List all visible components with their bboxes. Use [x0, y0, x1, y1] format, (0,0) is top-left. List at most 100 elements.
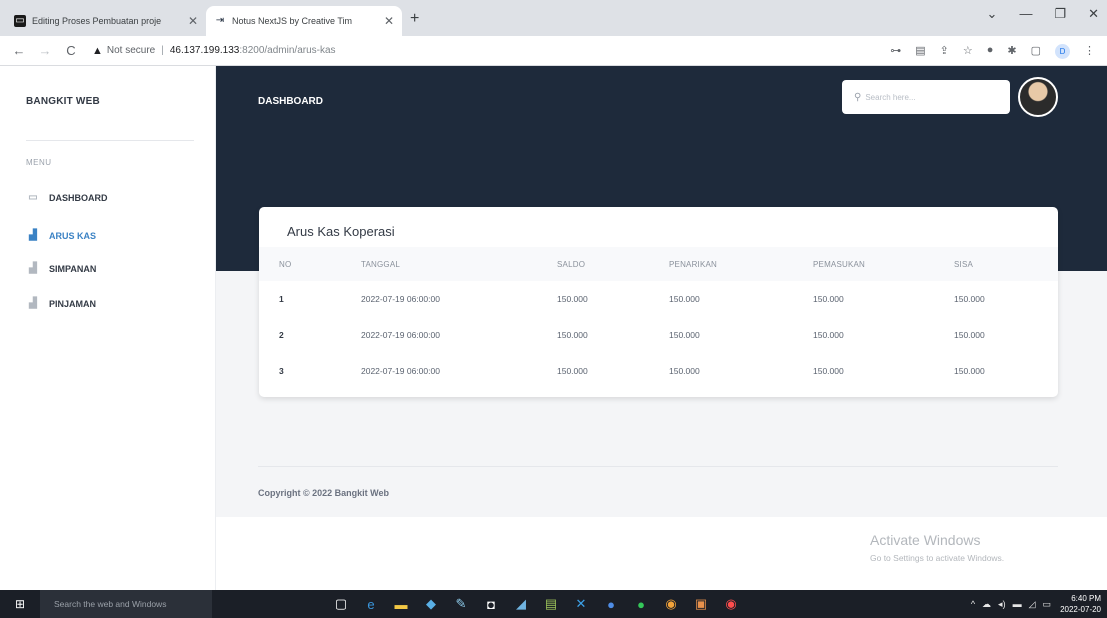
close-window-icon[interactable]: ✕: [1088, 6, 1099, 22]
search-box[interactable]: ⚲: [842, 80, 1010, 114]
cell-penarikan: 150.000: [669, 330, 700, 340]
table-row: 2 2022-07-19 06:00:00 150.000 150.000 15…: [259, 317, 1058, 353]
cash-flow-table: NO TANGGAL SALDO PENARIKAN PEMASUKAN SIS…: [259, 247, 1058, 389]
sidebar-item-label: DASHBOARD: [49, 192, 108, 203]
maximize-icon[interactable]: ❐: [1054, 6, 1066, 22]
user-avatar[interactable]: [1018, 77, 1058, 117]
column-header-tanggal: TANGGAL: [361, 247, 557, 281]
cell-no: 1: [279, 294, 284, 304]
windows-start-icon[interactable]: ⊞: [0, 597, 40, 611]
chart-icon: ▟: [29, 230, 37, 241]
app-icon[interactable]: ◢: [514, 596, 528, 612]
table-row: 1 2022-07-19 06:00:00 150.000 150.000 15…: [259, 281, 1058, 317]
chart-icon: ▟: [29, 298, 37, 309]
cell-sisa: 150.000: [954, 330, 985, 340]
close-tab-icon[interactable]: ✕: [384, 14, 394, 28]
cloud-icon[interactable]: ☁: [982, 599, 991, 610]
cell-pemasukan: 150.000: [813, 294, 844, 304]
taskbar-apps: ▢ e ▬ ◆ ✎ ◘ ◢ ▤ ✕ ● ● ◉ ▣ ◉: [334, 590, 738, 618]
column-header-sisa: SISA: [954, 247, 1058, 281]
app-icon[interactable]: ◆: [424, 596, 438, 612]
column-header-penarikan: PENARIKAN: [669, 247, 813, 281]
network-icon[interactable]: ◿: [1029, 599, 1036, 610]
column-header-no: NO: [259, 247, 361, 281]
browser-tab-notus[interactable]: ⇥ Notus NextJS by Creative Tim ✕: [206, 6, 402, 36]
cell-no: 2: [279, 330, 284, 340]
app-icon[interactable]: ▣: [694, 596, 708, 612]
vscode-icon[interactable]: ✕: [574, 596, 588, 612]
sidebar-item-label: PINJAMAN: [49, 298, 97, 309]
back-icon[interactable]: ←: [12, 43, 26, 58]
tab-title: Notus NextJS by Creative Tim: [232, 16, 353, 26]
cell-saldo: 150.000: [557, 294, 588, 304]
url-field[interactable]: ▲ Not secure | 46.137.199.133:8200/admin…: [92, 45, 336, 57]
cell-no: 3: [279, 366, 284, 376]
menu-heading: MENU: [26, 158, 52, 167]
window-controls: ⌄ — ❐ ✕: [987, 6, 1099, 22]
security-label[interactable]: Not secure: [107, 45, 155, 56]
taskbar-search[interactable]: [40, 590, 212, 618]
cell-sisa: 150.000: [954, 366, 985, 376]
reload-icon[interactable]: C: [64, 43, 78, 58]
edge-icon[interactable]: e: [364, 597, 378, 612]
cell-penarikan: 150.000: [669, 366, 700, 376]
taskbar-clock[interactable]: 6:40 PM 2022-07-20: [1060, 593, 1101, 615]
sidebar-item-label: SIMPANAN: [49, 263, 97, 274]
sidebar-item-arus-kas[interactable]: ▟ ARUS KAS: [26, 230, 96, 241]
record-icon[interactable]: ◉: [724, 596, 738, 612]
cell-tanggal: 2022-07-19 06:00:00: [361, 366, 440, 376]
sidebar-item-label: ARUS KAS: [49, 230, 97, 241]
footer-copyright: Copyright © 2022 Bangkit Web: [258, 488, 389, 498]
warning-icon[interactable]: ▲: [92, 45, 103, 57]
divider: [26, 140, 194, 141]
minimize-icon[interactable]: —: [1019, 6, 1032, 22]
card-title: Arus Kas Koperasi: [287, 224, 395, 239]
browser-tab-slides[interactable]: ▭ Editing Proses Pembuatan proje ✕: [6, 6, 206, 36]
extension-icon[interactable]: ●: [987, 44, 994, 59]
forward-icon[interactable]: →: [38, 43, 52, 58]
brand-logo[interactable]: BANGKIT WEB: [26, 96, 100, 107]
file-explorer-icon[interactable]: ▬: [394, 597, 408, 612]
battery-icon[interactable]: ▬: [1013, 599, 1022, 609]
menu-kebab-icon[interactable]: ⋮: [1084, 44, 1095, 59]
translate-icon[interactable]: ▤: [915, 44, 925, 59]
tab-search-icon[interactable]: ⌄: [987, 6, 998, 22]
share-icon[interactable]: ⇪: [940, 44, 949, 59]
cell-tanggal: 2022-07-19 06:00:00: [361, 294, 440, 304]
cash-flow-card: Arus Kas Koperasi NO TANGGAL SALDO PENAR…: [259, 207, 1058, 397]
task-view-icon[interactable]: ▢: [334, 596, 348, 612]
monitor-icon: ▭: [28, 192, 38, 203]
search-input[interactable]: [865, 92, 996, 102]
footer-divider: [258, 466, 1058, 467]
store-icon[interactable]: ◘: [484, 597, 498, 612]
cell-pemasukan: 150.000: [813, 366, 844, 376]
sidebar-item-dashboard[interactable]: ▭ DASHBOARD: [26, 192, 108, 203]
sidebar-item-simpanan[interactable]: ▟ SIMPANAN: [26, 263, 96, 274]
activate-windows-watermark: Activate Windows: [870, 532, 981, 548]
taskbar-search-input[interactable]: [54, 599, 204, 609]
key-icon[interactable]: ⊶: [890, 44, 901, 59]
search-icon: ⚲: [854, 91, 862, 103]
bookmark-star-icon[interactable]: ☆: [963, 44, 973, 59]
puzzle-icon[interactable]: ✱: [1007, 44, 1016, 59]
chrome-icon[interactable]: ◉: [664, 596, 678, 612]
paint-icon[interactable]: ✎: [454, 596, 468, 612]
browser-extensions: ⊶ ▤ ⇪ ☆ ● ✱ ▢ D ⋮: [890, 44, 1095, 59]
close-tab-icon[interactable]: ✕: [188, 14, 198, 28]
notepad-icon[interactable]: ▤: [544, 596, 558, 612]
table-header-row: NO TANGGAL SALDO PENARIKAN PEMASUKAN SIS…: [259, 247, 1058, 281]
clock-time: 6:40 PM: [1071, 594, 1101, 603]
chevron-up-icon[interactable]: ^: [971, 599, 975, 609]
sidebar-item-pinjaman[interactable]: ▟ PINJAMAN: [26, 298, 96, 309]
notus-icon: ⇥: [215, 15, 225, 26]
zoom-icon[interactable]: ●: [604, 597, 618, 612]
profile-avatar[interactable]: D: [1055, 44, 1070, 59]
volume-icon[interactable]: ◂): [998, 599, 1006, 610]
cell-sisa: 150.000: [954, 294, 985, 304]
new-tab-icon[interactable]: +: [410, 10, 419, 28]
notification-icon[interactable]: ▭: [1042, 599, 1051, 610]
column-header-pemasukan: PEMASUKAN: [813, 247, 954, 281]
tab-title: Editing Proses Pembuatan proje: [32, 16, 162, 26]
whatsapp-icon[interactable]: ●: [634, 597, 648, 612]
side-panel-icon[interactable]: ▢: [1031, 44, 1041, 59]
